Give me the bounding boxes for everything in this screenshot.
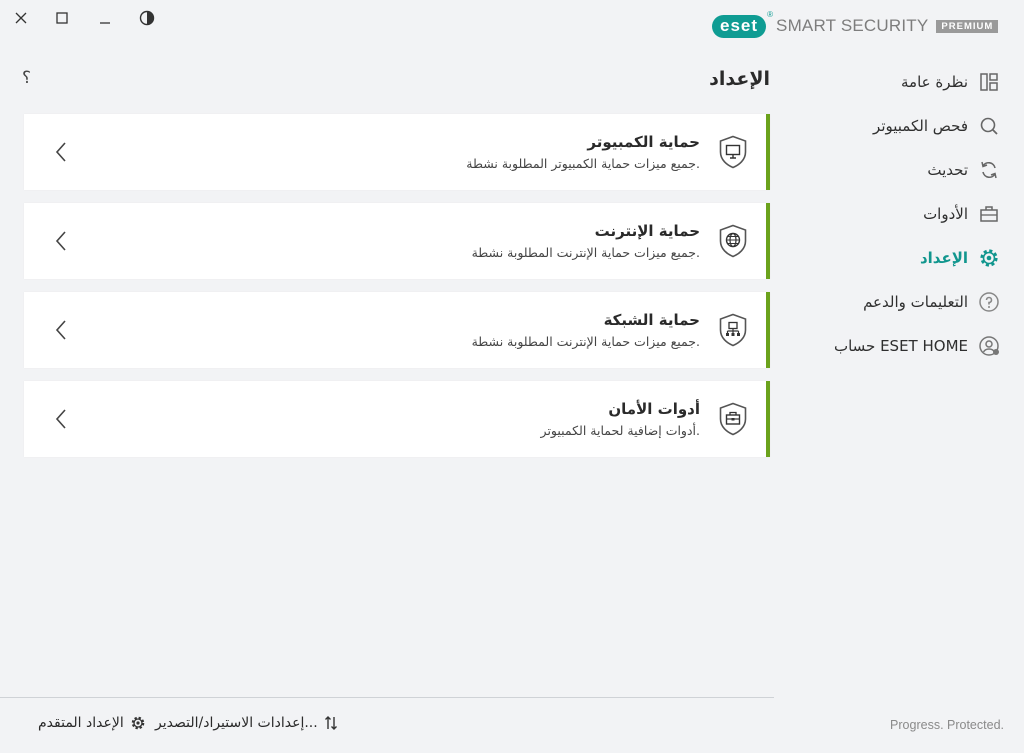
gear-icon — [978, 247, 1000, 269]
setup-card-internet-protection[interactable]: حماية الإنترنت جميع ميزات حماية الإنترنت… — [24, 203, 770, 279]
chevron-left-icon — [55, 409, 66, 429]
product-name: SMART SECURITY — [776, 16, 929, 35]
import-export-label: إعدادات الاستيراد/التصدير... — [155, 715, 318, 731]
sidebar-item-help-support[interactable]: التعليمات والدعم — [863, 287, 1000, 317]
card-description: جميع ميزات حماية الإنترنت المطلوبة نشطة. — [471, 334, 700, 349]
page-title: الإعداد — [709, 68, 770, 90]
sidebar-item-update[interactable]: تحديث — [927, 155, 1000, 185]
import-export-settings-button[interactable]: إعدادات الاستيراد/التصدير... — [155, 715, 338, 731]
chevron-left-icon — [55, 142, 66, 162]
refresh-icon — [978, 159, 1000, 181]
sidebar-item-label: الأدوات — [923, 205, 968, 223]
sidebar-item-label: نظرة عامة — [901, 73, 968, 91]
chevron-left-icon — [55, 320, 66, 340]
import-export-icon — [324, 715, 338, 731]
sidebar-item-label: الإعداد — [919, 249, 968, 267]
globe-shield-icon — [719, 224, 747, 258]
toolbox-shield-icon — [719, 402, 747, 436]
sidebar-item-setup[interactable]: الإعداد — [920, 243, 1000, 273]
minimize-icon — [100, 22, 110, 24]
gear-icon — [130, 715, 146, 731]
setup-card-network-protection[interactable]: حماية الشبكة جميع ميزات حماية الإنترنت ا… — [24, 292, 770, 368]
contrast-icon — [139, 10, 155, 26]
eset-logo: eset ® — [712, 10, 773, 38]
card-description: جميع ميزات حماية الإنترنت المطلوبة نشطة. — [471, 245, 700, 260]
advanced-setup-button[interactable]: الإعداد المتقدم — [38, 715, 146, 731]
help-button[interactable]: ؟ — [22, 68, 31, 88]
monitor-shield-icon — [719, 135, 747, 169]
account-icon — [978, 335, 1000, 357]
sidebar-item-computer-scan[interactable]: فحص الكمبيوتر — [873, 111, 1000, 141]
close-button[interactable] — [9, 6, 33, 30]
advanced-setup-label: الإعداد المتقدم — [38, 715, 124, 731]
maximize-icon — [56, 12, 68, 24]
help-icon — [978, 291, 1000, 313]
setup-card-security-tools[interactable]: أدوات الأمان أدوات إضافية لحماية الكمبيو… — [24, 381, 770, 457]
edition-badge: PREMIUM — [936, 19, 999, 33]
setup-card-computer-protection[interactable]: حماية الكمبيوتر جميع ميزات حماية الكمبيو… — [24, 114, 770, 190]
toolbox-icon — [978, 203, 1000, 225]
card-description: أدوات إضافية لحماية الكمبيوتر. — [540, 423, 700, 438]
footer-divider — [0, 697, 774, 698]
sidebar-item-label: حساب ESET HOME — [833, 337, 968, 355]
product-logo: eset ® SMART SECURITY PREMIUM — [712, 10, 999, 40]
sidebar-item-label: التعليمات والدعم — [863, 293, 968, 311]
search-icon — [978, 115, 1000, 137]
sidebar-item-tools[interactable]: الأدوات — [923, 199, 1000, 229]
sidebar-item-label: فحص الكمبيوتر — [873, 117, 968, 135]
card-title: أدوات الأمان — [608, 400, 700, 418]
card-title: حماية الكمبيوتر — [587, 133, 700, 151]
chevron-left-icon — [55, 231, 66, 251]
network-shield-icon — [719, 313, 747, 347]
card-title: حماية الإنترنت — [594, 222, 700, 240]
theme-toggle-button[interactable] — [135, 6, 159, 30]
sidebar-item-label: تحديث — [927, 161, 968, 179]
card-title: حماية الشبكة — [603, 311, 700, 329]
maximize-button[interactable] — [50, 6, 74, 30]
card-description: جميع ميزات حماية الكمبيوتر المطلوبة نشطة… — [466, 156, 700, 171]
close-icon — [15, 12, 27, 24]
sidebar-item-overview[interactable]: نظرة عامة — [901, 67, 1000, 97]
slogan: Progress. Protected. — [890, 718, 1004, 732]
sidebar-item-eset-home[interactable]: حساب ESET HOME — [834, 331, 1000, 361]
dashboard-icon — [978, 71, 1000, 93]
minimize-button[interactable] — [93, 6, 117, 30]
